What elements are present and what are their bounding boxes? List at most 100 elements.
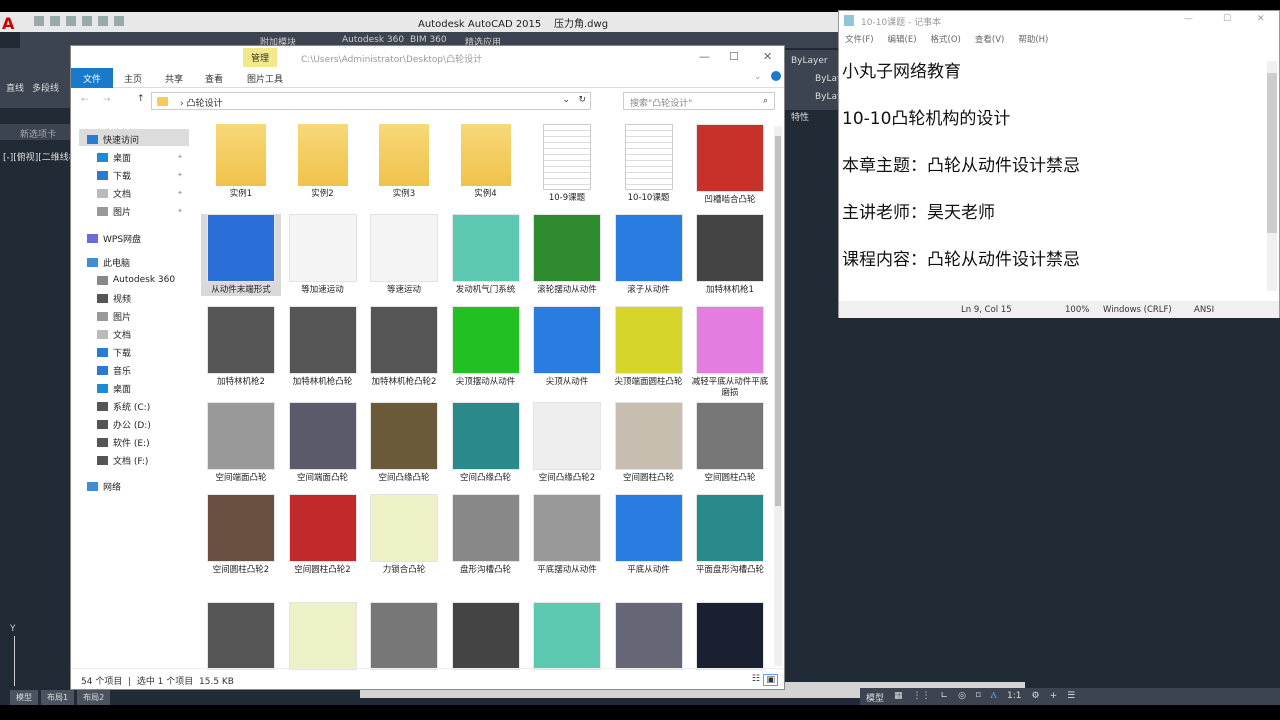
new-icon[interactable]: [34, 16, 44, 26]
file-item[interactable]: 盘形沟槽凸轮: [446, 494, 526, 576]
file-item[interactable]: 实例1: [201, 124, 281, 200]
expand-ribbon-icon[interactable]: ⌄: [754, 72, 762, 82]
file-item[interactable]: 加特林机枪2: [201, 306, 281, 388]
autocad-logo-icon[interactable]: A: [2, 14, 22, 33]
polar-icon[interactable]: ◎: [958, 691, 966, 702]
nav-item[interactable]: Autodesk 360: [97, 272, 175, 288]
minimize-button[interactable]: —: [699, 50, 710, 63]
file-item[interactable]: [364, 602, 444, 673]
nav-item[interactable]: 下载 ✦: [97, 167, 183, 183]
pin-icon[interactable]: ✦: [177, 189, 183, 197]
undo-icon[interactable]: [114, 16, 124, 26]
grid-icon[interactable]: ▦: [894, 691, 903, 702]
ribbon-tab[interactable]: Autodesk 360: [342, 35, 404, 45]
file-item[interactable]: 平底摆动从动件: [527, 494, 607, 576]
file-item[interactable]: 减轻平底从动件平底磨损: [690, 306, 770, 399]
file-item[interactable]: 10-10课题: [609, 124, 689, 204]
nav-item[interactable]: 桌面: [97, 380, 131, 396]
file-item[interactable]: [527, 602, 607, 673]
file-item[interactable]: 空间圆柱凸轮2: [283, 494, 363, 576]
minimize-button[interactable]: —: [1184, 14, 1193, 24]
pin-icon[interactable]: ✦: [177, 207, 183, 215]
nav-item[interactable]: 桌面 ✦: [97, 149, 183, 165]
nav-item[interactable]: 音乐: [97, 362, 131, 378]
file-item[interactable]: 空间圆柱凸轮: [609, 402, 689, 484]
menu-edit[interactable]: 编辑(E): [888, 33, 917, 45]
file-item[interactable]: 实例2: [283, 124, 363, 200]
polyline-tool[interactable]: 多段线: [32, 81, 59, 94]
nav-item[interactable]: WPS网盘: [87, 230, 141, 246]
dropdown-icon[interactable]: ⌄: [562, 95, 570, 105]
file-item[interactable]: 加特林机枪凸轮2: [364, 306, 444, 388]
nav-item[interactable]: 网络: [87, 478, 121, 494]
file-item[interactable]: [283, 602, 363, 673]
file-item[interactable]: 发动机气门系统: [446, 214, 526, 296]
file-item[interactable]: [690, 602, 770, 673]
pin-icon[interactable]: ✦: [177, 171, 183, 179]
file-item[interactable]: 空间圆柱凸轮2: [201, 494, 281, 576]
help-icon[interactable]: [771, 71, 781, 81]
file-item[interactable]: 空间凸缘凸轮: [446, 402, 526, 484]
file-item[interactable]: 尖顶端面圆柱凸轮: [609, 306, 689, 388]
nav-item[interactable]: 系统 (C:): [97, 398, 150, 414]
nav-item[interactable]: 此电脑: [87, 254, 130, 270]
annotation-icon[interactable]: Ⲁ: [991, 691, 997, 702]
menu-help[interactable]: 帮助(H): [1018, 33, 1048, 45]
address-bar[interactable]: › 凸轮设计 ⌄ ↻: [151, 92, 591, 110]
file-item[interactable]: 等速运动: [364, 214, 444, 296]
tab-home[interactable]: 主页: [124, 72, 142, 85]
notepad-text-area[interactable]: 小丸子网络教育 10-10凸轮机构的设计 本章主题：凸轮从动件设计禁忌 主讲老师…: [842, 49, 1262, 284]
ribbon-tab[interactable]: BIM 360: [410, 35, 447, 45]
menu-icon[interactable]: ☰: [1067, 691, 1075, 702]
file-item[interactable]: 尖顶摆动从动件: [446, 306, 526, 388]
search-input[interactable]: 搜索"凸轮设计" ⌕: [623, 92, 775, 110]
tab-layout2[interactable]: 布局2: [77, 690, 111, 705]
file-item[interactable]: 空间端面凸轮: [201, 402, 281, 484]
vertical-scrollbar[interactable]: [1267, 61, 1277, 291]
file-item[interactable]: 等加速运动: [283, 214, 363, 296]
file-item[interactable]: 加特林机枪凸轮: [283, 306, 363, 388]
file-item[interactable]: 滚子从动件: [609, 214, 689, 296]
tab-file[interactable]: 文件: [71, 68, 113, 88]
nav-item[interactable]: 文档 (F:): [97, 452, 148, 468]
file-item[interactable]: 平底从动件: [609, 494, 689, 576]
color-select[interactable]: ByLayer: [791, 56, 828, 66]
file-item[interactable]: 空间圆柱凸轮: [690, 402, 770, 484]
menu-format[interactable]: 格式(O): [931, 33, 961, 45]
file-item[interactable]: 加特林机枪1: [690, 214, 770, 296]
pin-icon[interactable]: ✦: [177, 153, 183, 161]
nav-item[interactable]: 软件 (E:): [97, 434, 150, 450]
nav-item[interactable]: 文档 ✦: [97, 185, 183, 201]
model-toggle[interactable]: 模型: [866, 691, 884, 704]
new-tab[interactable]: 新选项卡: [0, 124, 70, 140]
tab-view[interactable]: 查看: [205, 72, 223, 85]
open-icon[interactable]: [50, 16, 60, 26]
file-item[interactable]: 尖顶从动件: [527, 306, 607, 388]
file-item[interactable]: [201, 602, 281, 673]
maximize-button[interactable]: ☐: [1223, 14, 1231, 24]
back-icon[interactable]: ←: [81, 95, 89, 105]
nav-item[interactable]: 图片 ✦: [97, 203, 183, 219]
manage-context-tab[interactable]: 管理: [243, 48, 278, 67]
file-item[interactable]: [446, 602, 526, 673]
file-item[interactable]: 10-9课题: [527, 124, 607, 204]
refresh-icon[interactable]: ↻: [578, 95, 586, 105]
scale-select[interactable]: 1:1: [1007, 691, 1021, 702]
nav-item[interactable]: 文档: [97, 326, 131, 342]
file-item[interactable]: 空间端面凸轮: [283, 402, 363, 484]
file-item[interactable]: 空间凸缘凸轮: [364, 402, 444, 484]
file-item[interactable]: 力锁合凸轮: [364, 494, 444, 576]
file-item[interactable]: [609, 602, 689, 673]
nav-item[interactable]: 快速访问: [87, 131, 139, 147]
tab-model[interactable]: 模型: [10, 690, 38, 705]
tab-picture-tools[interactable]: 图片工具: [247, 72, 283, 85]
file-item[interactable]: 滚轮摆动从动件: [527, 214, 607, 296]
vertical-scrollbar[interactable]: [774, 126, 782, 666]
line-tool[interactable]: 直线: [6, 81, 24, 94]
file-item[interactable]: 空间凸缘凸轮2: [527, 402, 607, 484]
file-item[interactable]: 凹槽啮合凸轮: [690, 124, 770, 206]
maximize-button[interactable]: ☐: [729, 50, 739, 63]
details-view-icon[interactable]: ☷: [752, 674, 760, 684]
nav-item[interactable]: 下载: [97, 344, 131, 360]
menu-view[interactable]: 查看(V): [975, 33, 1004, 45]
